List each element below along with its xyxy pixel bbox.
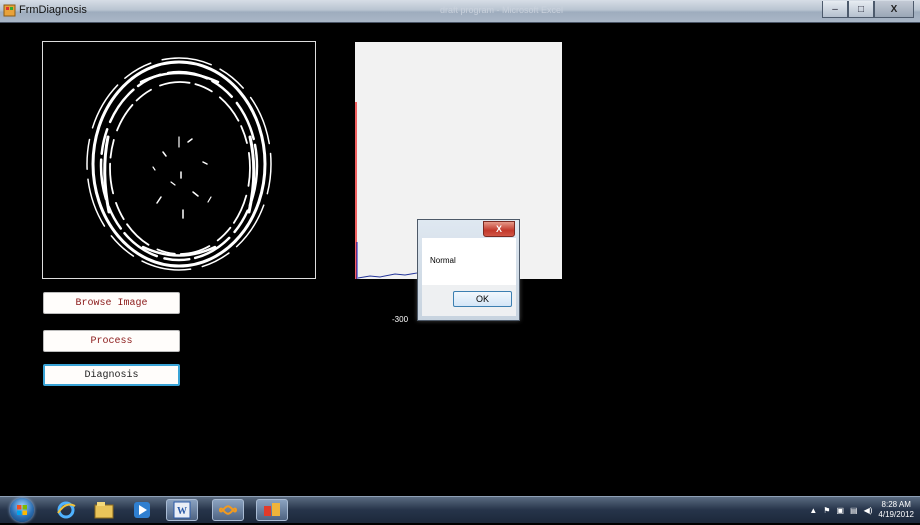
svg-text:W: W [177, 506, 187, 517]
dialog-close-button[interactable]: X [483, 221, 515, 237]
dialog-content: Normal [422, 238, 516, 285]
network-icon[interactable]: ▤ [850, 506, 858, 515]
internet-explorer-icon[interactable] [50, 499, 82, 521]
show-hidden-icons-icon[interactable]: ▲ [809, 506, 817, 515]
ie-icon [57, 501, 76, 519]
infinity-app-icon[interactable] [212, 499, 244, 521]
message-box-dialog: X Normal OK [417, 219, 520, 321]
windows-logo-icon [17, 505, 27, 515]
close-button[interactable]: X [874, 1, 914, 18]
window-title: FrmDiagnosis [19, 4, 87, 16]
dialog-message: Normal [430, 256, 456, 265]
action-center-flag-icon[interactable]: ⚑ [823, 506, 830, 515]
minimize-button[interactable]: – [822, 1, 848, 18]
media-player-icon[interactable] [126, 499, 158, 521]
browse-image-button[interactable]: Browse Image [43, 292, 180, 314]
histogram-baseline-series [357, 272, 418, 279]
taskbar-clock[interactable]: 8:28 AM 4/19/2012 [878, 500, 914, 520]
start-button[interactable] [10, 498, 34, 522]
edge-detected-scan-image [86, 57, 272, 271]
image-preview [42, 41, 316, 279]
form-app-taskbar-icon[interactable] [256, 499, 288, 521]
taskbar: W ▲ ⚑ ▣ ▤ ◀) 8:28 AM 4/19/2012 [0, 496, 920, 523]
word-icon: W [173, 501, 191, 519]
process-button[interactable]: Process [43, 330, 180, 352]
form-app-icon [264, 503, 280, 516]
display-icon[interactable]: ▣ [836, 506, 844, 515]
microsoft-word-icon[interactable]: W [166, 499, 198, 521]
windows-explorer-icon[interactable] [88, 499, 120, 521]
system-tray: ▲ ⚑ ▣ ▤ ◀) 8:28 AM 4/19/2012 [809, 497, 914, 523]
background-window-title: draft program - Microsoft Excel [440, 5, 564, 15]
ok-button[interactable]: OK [453, 291, 512, 307]
infinity-icon [219, 505, 237, 515]
clock-date: 4/19/2012 [878, 510, 914, 519]
diagnosis-button[interactable]: Diagnosis [43, 364, 180, 386]
play-icon [134, 502, 150, 518]
window-controls: – □ X [822, 1, 914, 18]
clock-time: 8:28 AM [881, 500, 911, 509]
app-icon [3, 4, 16, 17]
volume-icon[interactable]: ◀) [864, 506, 873, 515]
folder-icon [94, 502, 114, 519]
x-axis-tick-label: -300 [392, 315, 409, 324]
maximize-button[interactable]: □ [848, 1, 874, 18]
window-titlebar[interactable]: FrmDiagnosis draft program - Microsoft E… [0, 0, 920, 23]
dialog-footer: OK [422, 285, 516, 316]
